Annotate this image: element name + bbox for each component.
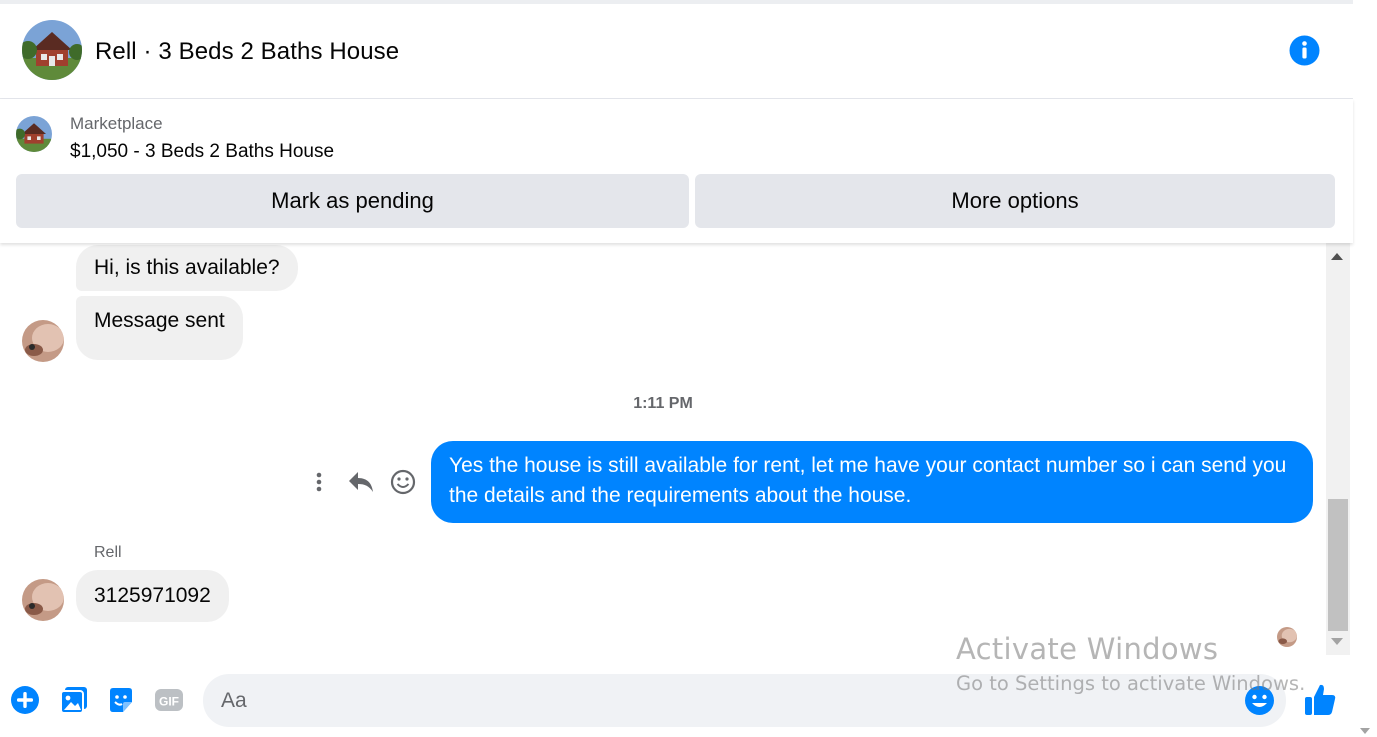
incoming-message[interactable]: 3125971092: [76, 570, 229, 622]
info-icon[interactable]: [1289, 35, 1320, 66]
page-scroll-down-arrow-icon[interactable]: [1360, 728, 1370, 734]
scrollbar-thumb[interactable]: [1328, 499, 1348, 631]
listing-thumbnail[interactable]: [16, 116, 52, 152]
conversation-header: Rell · 3 Beds 2 Baths House: [0, 4, 1353, 99]
thread-scrollbar[interactable]: [1326, 243, 1350, 655]
scroll-down-arrow-icon[interactable]: [1331, 638, 1343, 645]
like-icon[interactable]: [1303, 682, 1337, 718]
scroll-up-arrow-icon[interactable]: [1331, 253, 1343, 260]
conversation-title[interactable]: Rell · 3 Beds 2 Baths House: [95, 38, 399, 66]
mark-as-pending-button[interactable]: Mark as pending: [16, 174, 689, 228]
message-input[interactable]: [203, 674, 1286, 727]
plus-icon[interactable]: [10, 685, 40, 715]
sticker-icon[interactable]: [106, 685, 136, 715]
message-composer: GIF: [0, 664, 1353, 737]
listing-avatar[interactable]: [22, 20, 82, 80]
listing-title[interactable]: $1,050 - 3 Beds 2 Baths House: [70, 141, 334, 163]
message-timestamp: 1:11 PM: [633, 395, 693, 412]
emoji-icon[interactable]: [1244, 685, 1275, 716]
gif-icon[interactable]: GIF: [154, 685, 184, 715]
sender-avatar[interactable]: [22, 579, 64, 621]
reply-icon[interactable]: [346, 469, 376, 495]
seen-receipt-avatar: [1277, 627, 1297, 647]
photo-icon[interactable]: [59, 685, 89, 715]
incoming-message[interactable]: Hi, is this available?: [76, 245, 298, 291]
marketplace-label: Marketplace: [70, 114, 163, 133]
gif-icon-label: GIF: [159, 695, 179, 709]
outgoing-message[interactable]: Yes the house is still available for ren…: [431, 441, 1313, 523]
more-icon[interactable]: [308, 469, 330, 495]
marketplace-listing-panel: Marketplace $1,050 - 3 Beds 2 Baths Hous…: [0, 99, 1353, 243]
incoming-message[interactable]: Message sent: [76, 296, 243, 360]
sender-name: Rell: [94, 544, 122, 561]
sender-avatar[interactable]: [22, 320, 64, 362]
react-icon[interactable]: [389, 468, 417, 496]
more-options-button[interactable]: More options: [695, 174, 1335, 228]
message-thread[interactable]: Hi, is this available? Message sent 1:11…: [0, 243, 1326, 653]
